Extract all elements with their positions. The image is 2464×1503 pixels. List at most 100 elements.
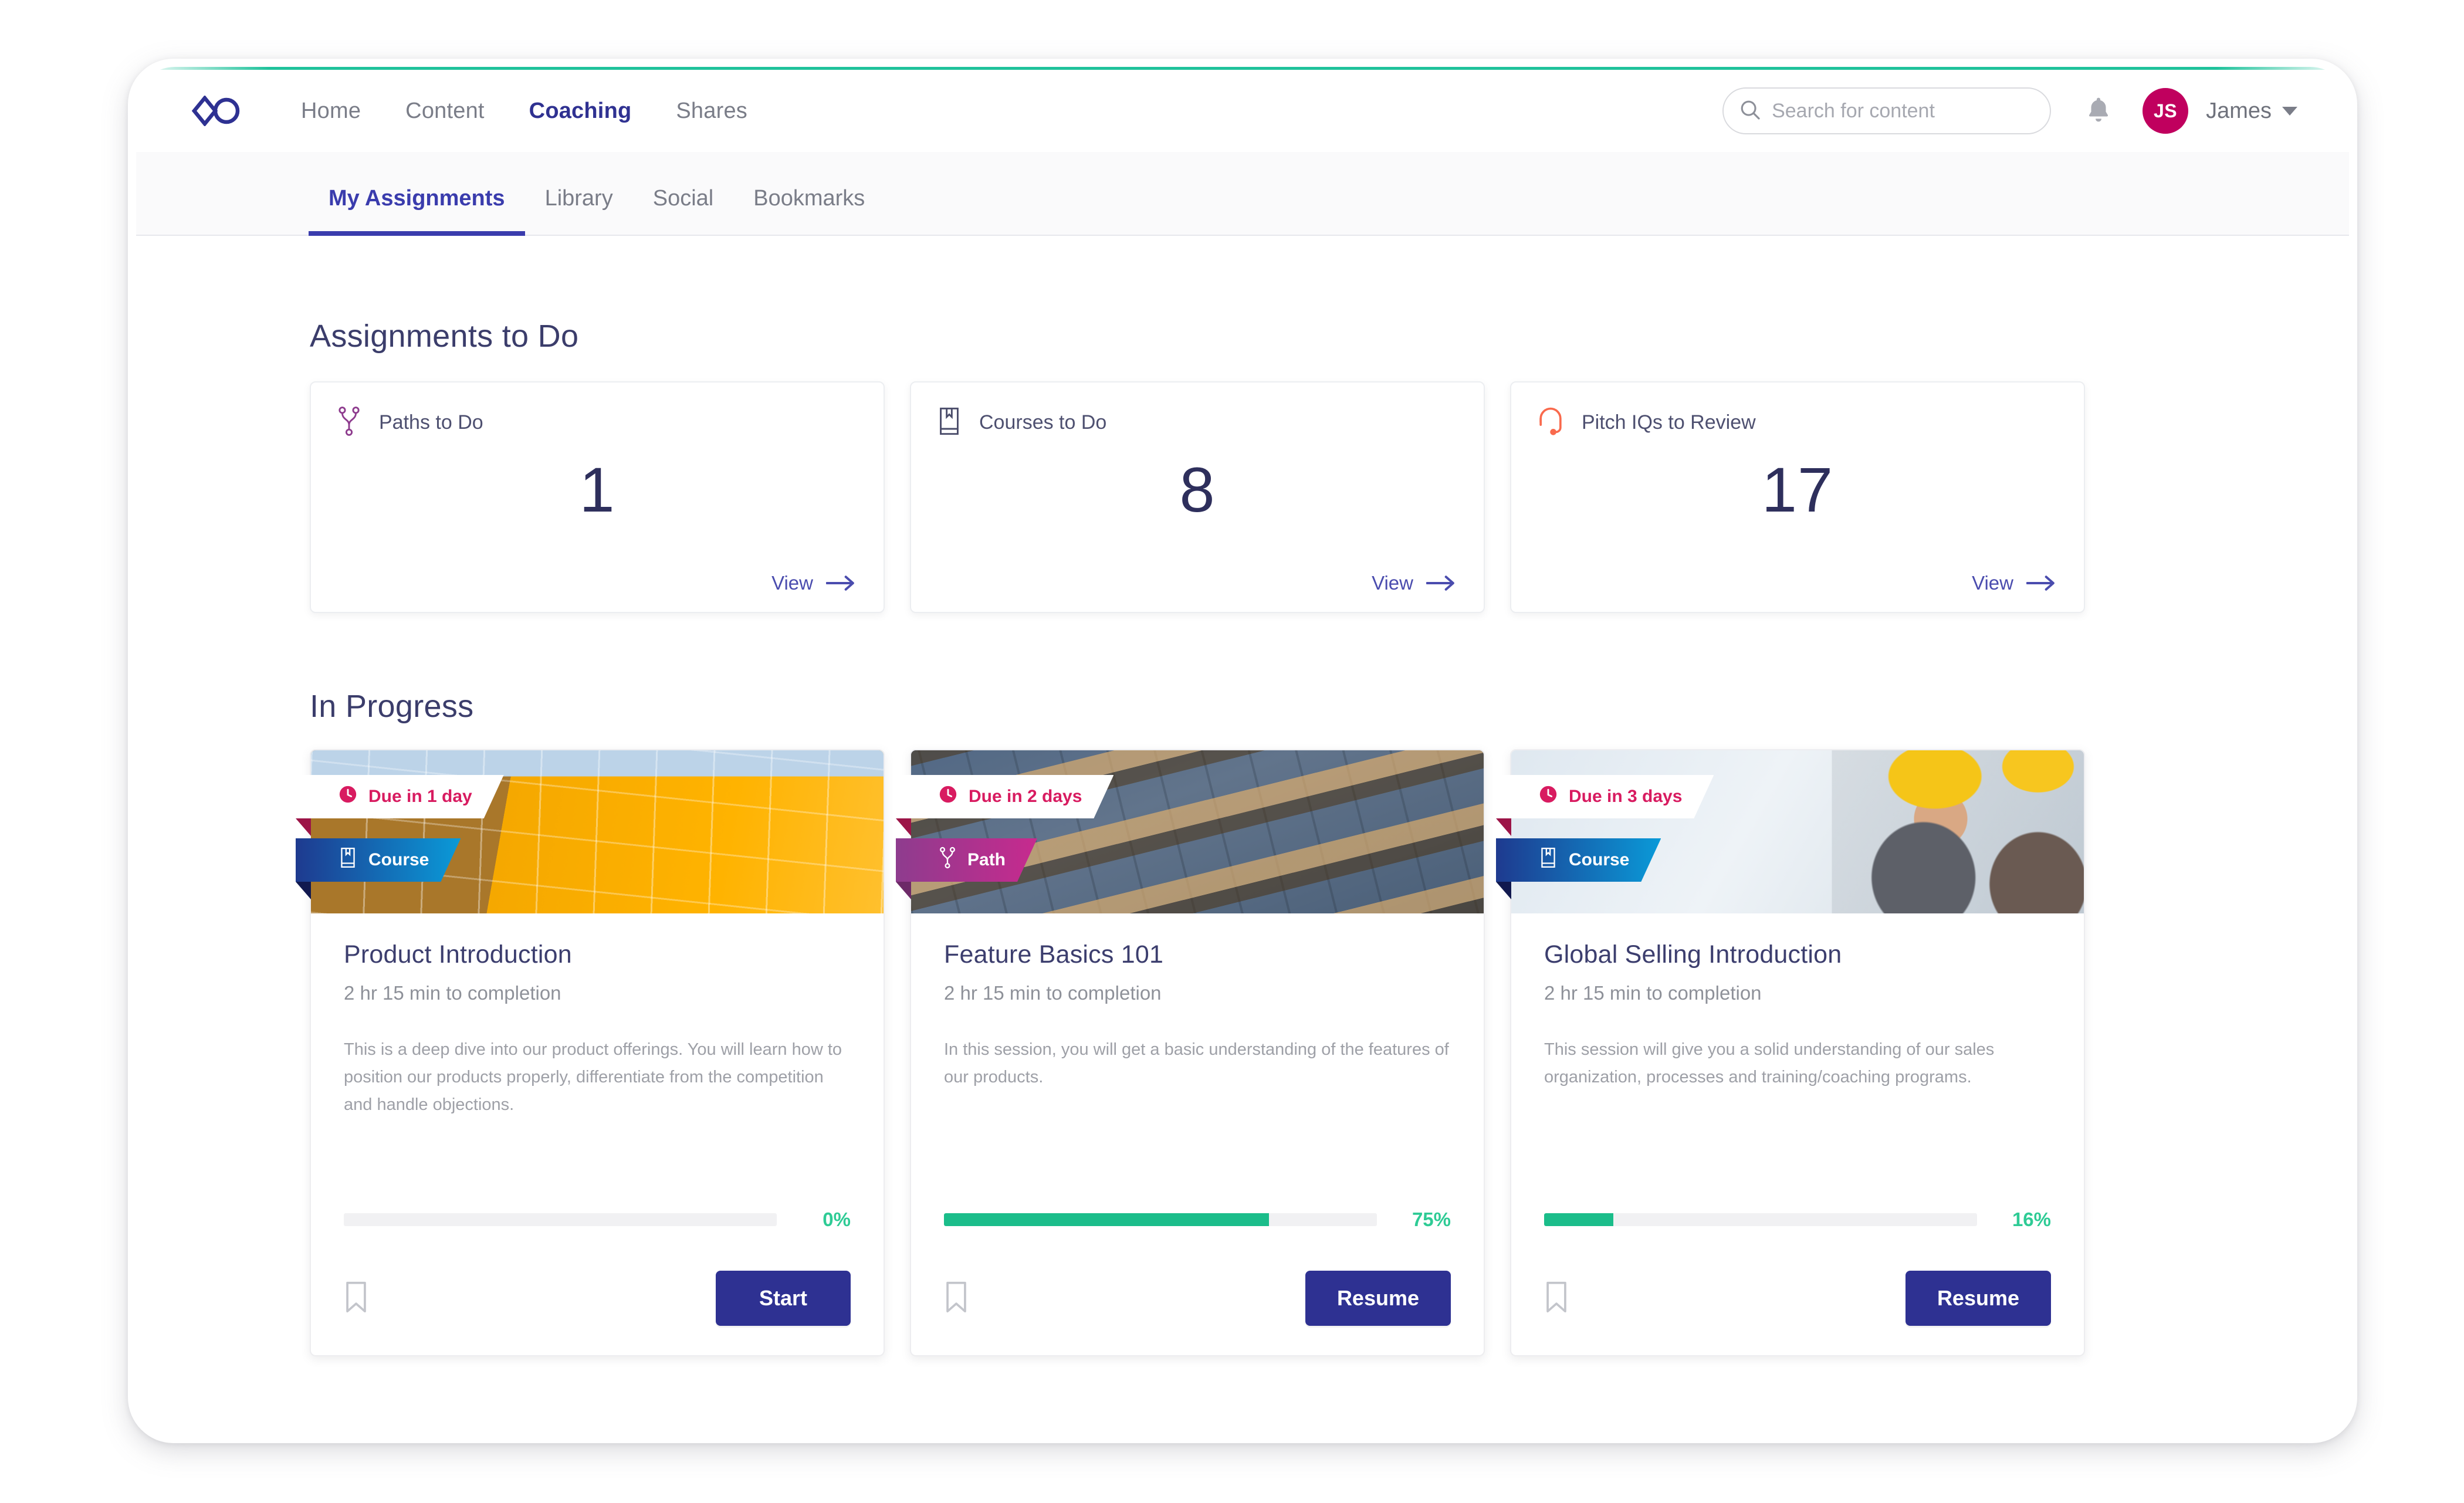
- bookmark-icon[interactable]: [344, 1281, 368, 1316]
- type-badge: Path: [896, 838, 1037, 882]
- nav-item-home[interactable]: Home: [279, 99, 383, 124]
- thumbnail-image: [1511, 750, 2084, 913]
- stat-card-pitch-iqs-to-review[interactable]: Pitch IQs to Review 17 View: [1510, 381, 2085, 613]
- due-badge-label: Due in 2 days: [969, 787, 1082, 807]
- progress-row: 16%: [1544, 1209, 2051, 1231]
- bookmark-icon[interactable]: [944, 1281, 969, 1316]
- stat-card-header: Courses to Do: [937, 406, 1457, 439]
- card-thumbnail: [311, 750, 884, 913]
- card-action-button[interactable]: Resume: [1905, 1271, 2051, 1326]
- type-badge-label: Course: [1569, 850, 1629, 870]
- in-progress-cards-row: Due in 1 day Course: [310, 749, 2349, 1356]
- book-course-icon: [1538, 847, 1558, 874]
- in-progress-card[interactable]: Due in 3 days Course: [1510, 749, 2085, 1356]
- progress-bar: [344, 1213, 777, 1226]
- card-action-button[interactable]: Start: [716, 1271, 851, 1326]
- card-thumbnail: [1511, 750, 2084, 913]
- due-badge-label: Due in 1 day: [368, 787, 472, 807]
- bell-icon[interactable]: [2084, 94, 2113, 128]
- in-progress-card[interactable]: Due in 1 day Course: [310, 749, 885, 1356]
- chevron-down-icon: [2282, 107, 2297, 116]
- secondary-tabs: My Assignments Library Social Bookmarks: [136, 152, 2349, 236]
- type-badge: Course: [296, 838, 461, 882]
- search-box[interactable]: [1722, 87, 2051, 134]
- stat-card-label: Courses to Do: [979, 411, 1106, 434]
- thumbnail-image: [911, 750, 1484, 913]
- ribbon-fold: [296, 818, 311, 836]
- stat-card-paths-to-do[interactable]: Paths to Do 1 View: [310, 381, 885, 613]
- view-link-label: View: [1972, 572, 2013, 594]
- app-window: Home Content Coaching Shares: [136, 67, 2349, 1435]
- arrow-right-icon: [1426, 575, 1457, 591]
- view-link-pitch-iqs[interactable]: View: [1972, 572, 2057, 594]
- progress-percent-label: 16%: [1997, 1209, 2051, 1231]
- nav-item-shares[interactable]: Shares: [654, 99, 770, 124]
- card-description: This is a deep dive into our product off…: [344, 1036, 851, 1119]
- user-menu[interactable]: James: [2206, 99, 2297, 124]
- tab-social[interactable]: Social: [633, 186, 734, 235]
- nav-item-coaching[interactable]: Coaching: [507, 99, 654, 124]
- progress-row: 0%: [344, 1209, 851, 1231]
- card-description: In this session, you will get a basic un…: [944, 1036, 1451, 1091]
- view-link-label: View: [1372, 572, 1413, 594]
- stat-card-header: Paths to Do: [337, 406, 857, 439]
- card-title: Global Selling Introduction: [1544, 940, 2051, 969]
- arrow-right-icon: [2026, 575, 2057, 591]
- ribbon-fold: [1496, 818, 1511, 836]
- in-progress-card[interactable]: Due in 2 days: [910, 749, 1485, 1356]
- avatar[interactable]: JS: [2143, 88, 2188, 134]
- progress-percent-label: 0%: [797, 1209, 851, 1231]
- due-badge: Due in 1 day: [296, 775, 504, 818]
- search-icon: [1739, 99, 1761, 124]
- view-link-courses[interactable]: View: [1372, 572, 1457, 594]
- path-fork-icon: [938, 847, 957, 874]
- card-title: Product Introduction: [344, 940, 851, 969]
- type-badge-label: Path: [967, 850, 1006, 870]
- card-description: This session will give you a solid under…: [1544, 1036, 2051, 1091]
- arrow-right-icon: [826, 575, 857, 591]
- card-action-button[interactable]: Resume: [1305, 1271, 1451, 1326]
- top-header: Home Content Coaching Shares: [136, 70, 2349, 152]
- infinity-logo-icon[interactable]: [191, 93, 241, 128]
- progress-bar-fill: [944, 1213, 1269, 1226]
- progress-bar: [944, 1213, 1377, 1226]
- assignments-cards-row: Paths to Do 1 View: [310, 381, 2349, 613]
- nav-item-content[interactable]: Content: [383, 99, 507, 124]
- progress-row: 75%: [944, 1209, 1451, 1231]
- ribbon-fold: [1496, 882, 1511, 899]
- stat-card-count: 8: [911, 453, 1484, 526]
- stat-card-label: Paths to Do: [379, 411, 483, 434]
- type-badge-label: Course: [368, 850, 429, 870]
- search-input[interactable]: [1772, 100, 2035, 123]
- card-body: Product Introduction 2 hr 15 min to comp…: [311, 913, 884, 1119]
- card-duration: 2 hr 15 min to completion: [344, 982, 851, 1004]
- progress-bar: [1544, 1213, 1977, 1226]
- progress-bar-fill: [1544, 1213, 1613, 1226]
- bookmark-icon[interactable]: [1544, 1281, 1569, 1316]
- card-title: Feature Basics 101: [944, 940, 1451, 969]
- header-actions: JS James: [1722, 87, 2297, 134]
- thumbnail-image: [311, 750, 884, 913]
- stat-card-courses-to-do[interactable]: Courses to Do 8 View: [910, 381, 1485, 613]
- type-badge: Course: [1496, 838, 1661, 882]
- page-root: Home Content Coaching Shares: [0, 0, 2464, 1503]
- clock-icon: [338, 784, 358, 809]
- card-thumbnail: [911, 750, 1484, 913]
- card-duration: 2 hr 15 min to completion: [944, 982, 1451, 1004]
- view-link-paths[interactable]: View: [771, 572, 857, 594]
- view-link-label: View: [771, 572, 813, 594]
- ribbon-fold: [896, 882, 911, 899]
- book-course-icon: [937, 406, 962, 439]
- card-footer: Resume: [944, 1271, 1451, 1326]
- user-name-label: James: [2206, 99, 2272, 124]
- due-badge: Due in 2 days: [896, 775, 1113, 818]
- ribbon-fold: [296, 882, 311, 899]
- headset-icon: [1537, 406, 1564, 439]
- ribbon-fold: [896, 818, 911, 836]
- card-footer: Resume: [1544, 1271, 2051, 1326]
- tab-my-assignments[interactable]: My Assignments: [309, 186, 525, 235]
- book-course-icon: [338, 847, 358, 874]
- main-content: Assignments to Do Paths to Do 1: [136, 236, 2349, 1356]
- tab-bookmarks[interactable]: Bookmarks: [733, 186, 885, 235]
- tab-library[interactable]: Library: [525, 186, 633, 235]
